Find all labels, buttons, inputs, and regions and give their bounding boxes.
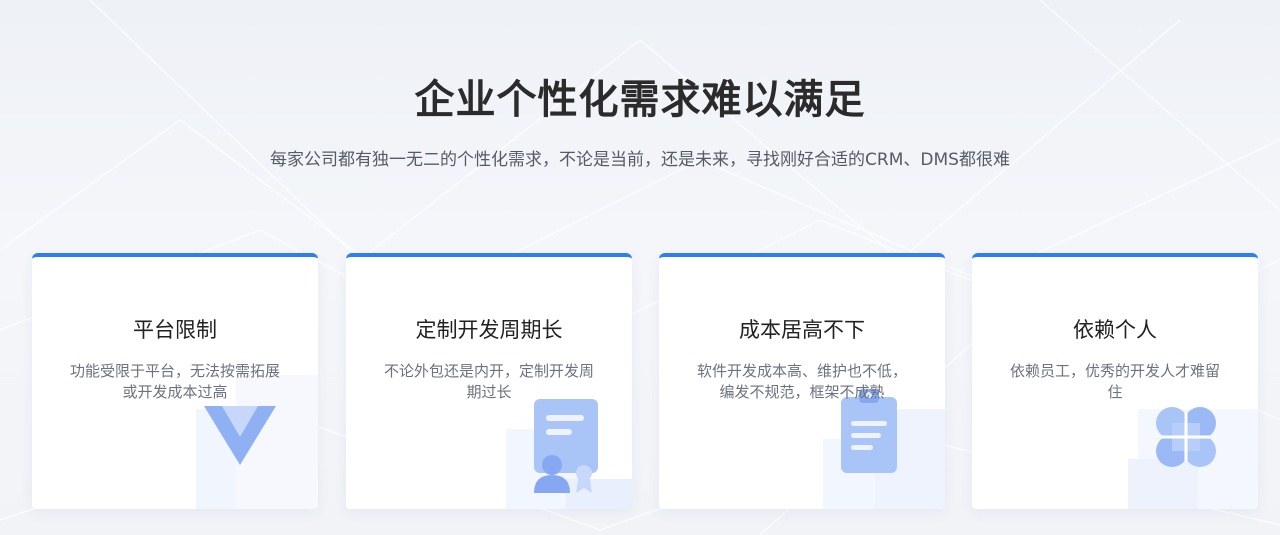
- card-description: 功能受限于平台，无法按需拓展或开发成本过高: [69, 362, 280, 401]
- card-title: 平台限制: [133, 318, 217, 342]
- card-title: 依赖个人: [1073, 318, 1157, 342]
- page-subtitle: 每家公司都有独一无二的个性化需求，不论是当前，还是未来，寻找刚好合适的CRM、D…: [270, 150, 1010, 170]
- card-description: 软件开发成本高、维护也不低，编发不规范，框架不成熟: [696, 362, 907, 401]
- card-high-cost: 成本居高不下 软件开发成本高、维护也不低，编发不规范，框架不成熟: [659, 253, 945, 509]
- card-description: 依赖员工，优秀的开发人才难留住: [1009, 362, 1220, 401]
- card-title: 成本居高不下: [739, 318, 865, 342]
- card-long-dev-cycle: 定制开发周期长 不论外包还是内开，定制开发周期过长: [346, 253, 632, 509]
- card-title: 定制开发周期长: [415, 318, 563, 342]
- card-personnel-dependency: 依赖个人 依赖员工，优秀的开发人才难留住: [972, 253, 1258, 509]
- page-title: 企业个性化需求难以满足: [414, 77, 866, 123]
- card-description: 不论外包还是内开，定制开发周期过长: [383, 362, 594, 401]
- card-platform-limit: 平台限制 功能受限于平台，无法按需拓展或开发成本过高: [32, 253, 318, 509]
